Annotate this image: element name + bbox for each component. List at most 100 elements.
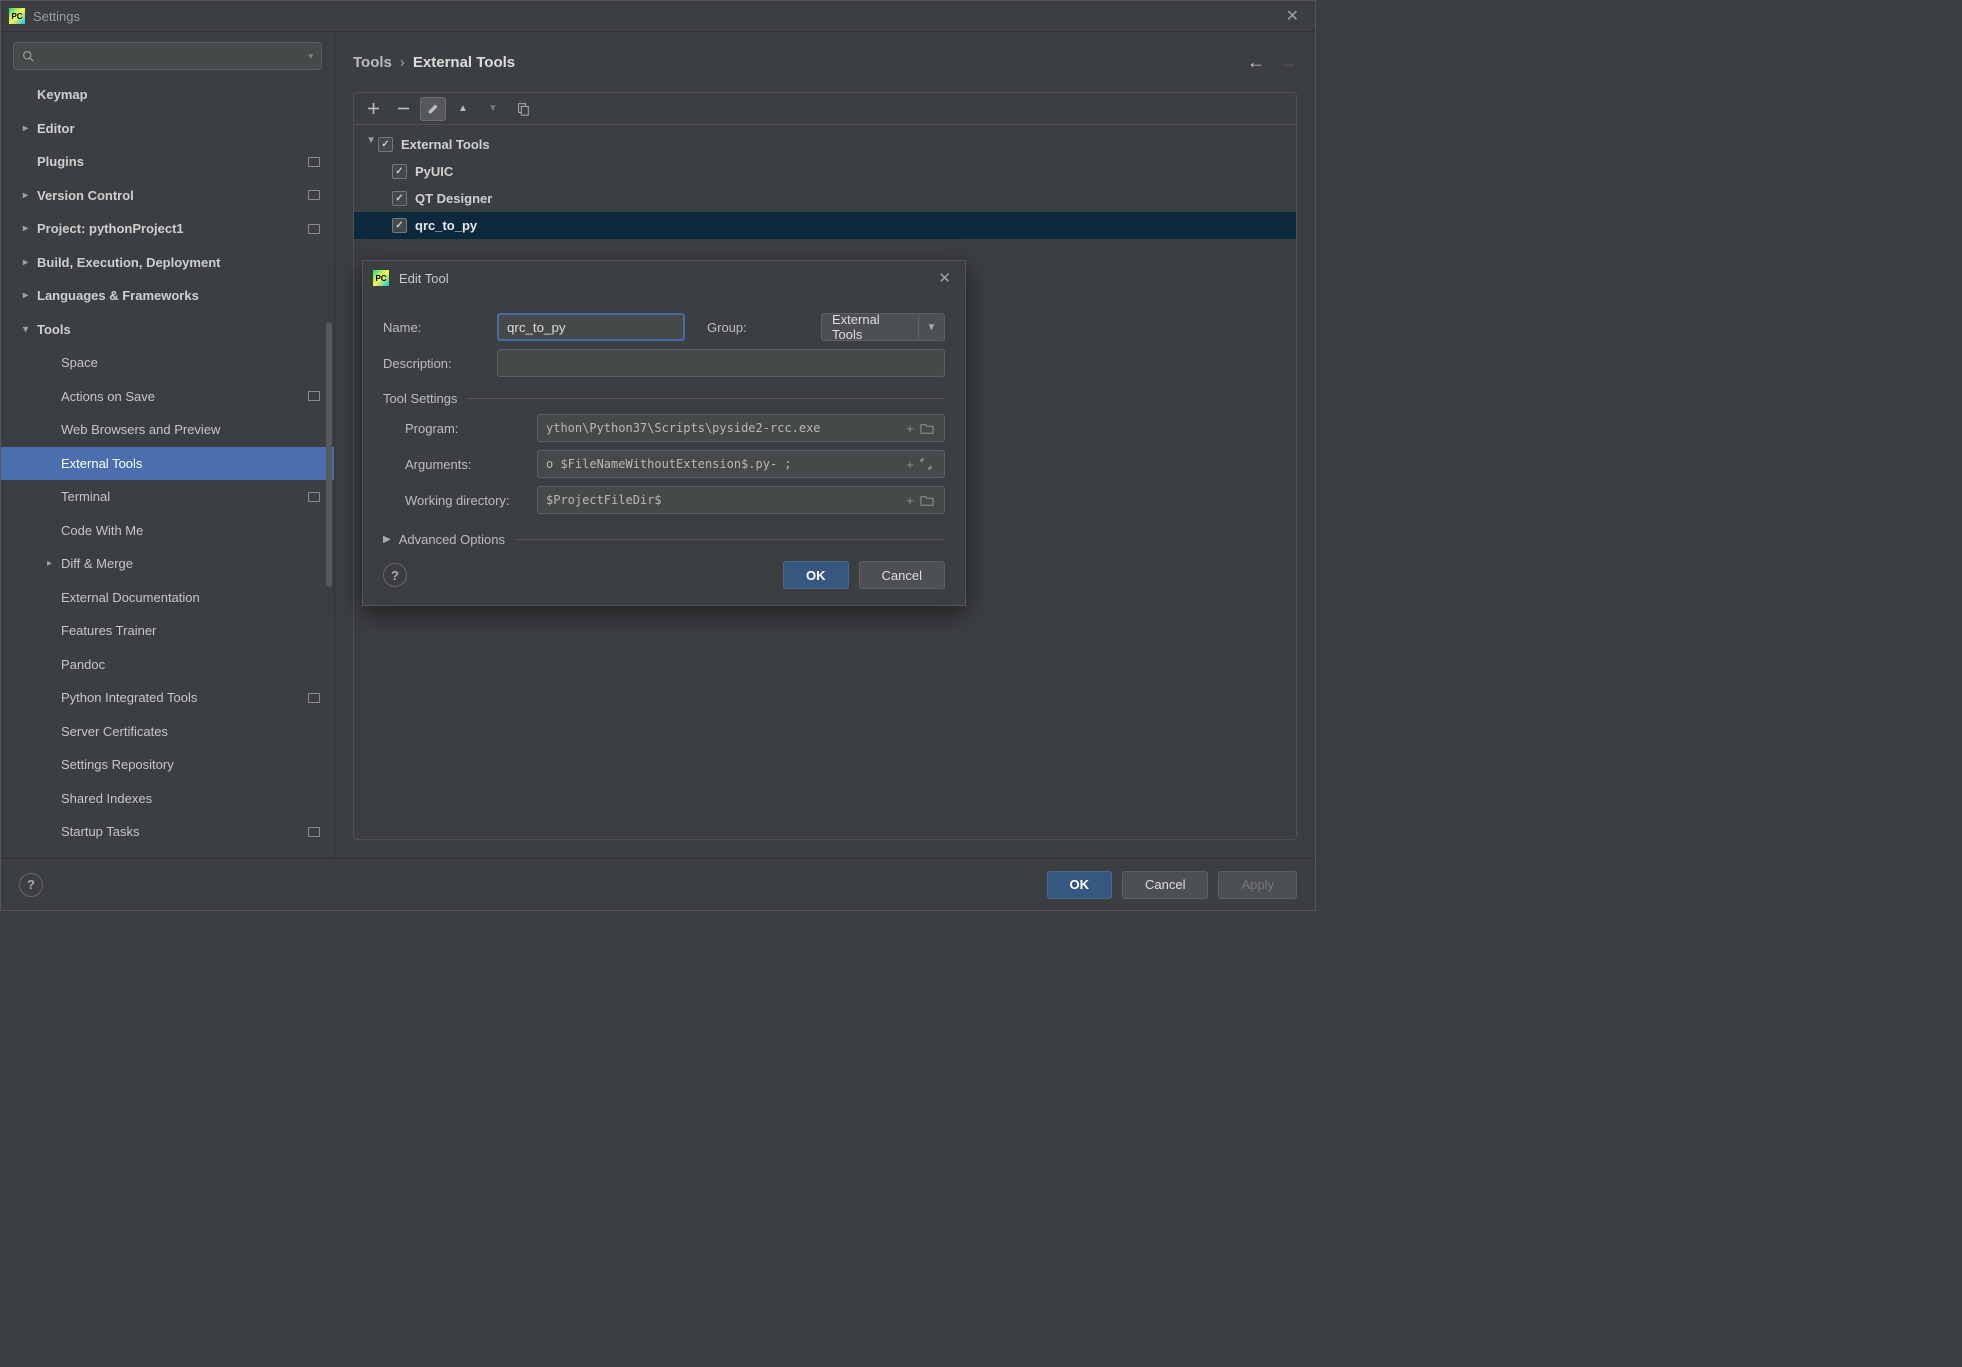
sidebar-item-label: Settings Repository (61, 757, 174, 772)
sidebar-item-languages-frameworks[interactable]: ▸Languages & Frameworks (1, 279, 334, 313)
name-label: Name: (383, 320, 483, 335)
sidebar-item-label: Startup Tasks (61, 824, 140, 839)
sidebar-item-external-documentation[interactable]: External Documentation (1, 581, 334, 615)
dialog-close-icon[interactable]: ✕ (934, 265, 955, 291)
description-input[interactable] (497, 349, 945, 377)
sidebar-item-keymap[interactable]: Keymap (1, 78, 334, 112)
checkbox-icon[interactable]: ✓ (378, 137, 393, 152)
search-icon (22, 50, 35, 63)
sidebar-item-label: Tools (37, 322, 71, 337)
sidebar-item-label: Languages & Frameworks (37, 288, 199, 303)
insert-macro-icon[interactable]: + (900, 421, 920, 436)
chevron-right-icon: ▸ (23, 123, 37, 134)
chevron-down-icon: ▸ (23, 324, 37, 335)
sidebar-item-startup-tasks[interactable]: Startup Tasks (1, 815, 334, 849)
help-button[interactable]: ? (19, 873, 43, 897)
sidebar-item-diff-merge[interactable]: ▸Diff & Merge (1, 547, 334, 581)
sidebar-item-actions-on-save[interactable]: Actions on Save (1, 380, 334, 414)
project-badge-icon (308, 224, 320, 234)
sidebar-item-label: Diff & Merge (61, 556, 133, 571)
scrollbar-thumb[interactable] (326, 322, 332, 587)
search-dropdown-icon[interactable]: ▾ (308, 51, 313, 62)
move-up-button[interactable]: ▲ (450, 97, 476, 121)
sidebar-item-label: Pandoc (61, 657, 105, 672)
dialog-ok-button[interactable]: OK (783, 561, 849, 589)
program-input[interactable]: ython\Python37\Scripts\pyside2-rcc.exe + (537, 414, 945, 442)
sidebar-item-label: External Tools (61, 456, 142, 471)
dialog-help-button[interactable]: ? (383, 563, 407, 587)
sidebar-item-space[interactable]: Space (1, 346, 334, 380)
program-label: Program: (383, 421, 523, 436)
arguments-input[interactable]: ; -o $FileNameWithoutExtension$.py + (537, 450, 945, 478)
sidebar-item-label: External Documentation (61, 590, 200, 605)
settings-search[interactable]: ▾ (13, 42, 322, 70)
apply-button[interactable]: Apply (1218, 871, 1297, 899)
sidebar-item-label: Version Control (37, 188, 134, 203)
sidebar-item-terminal[interactable]: Terminal (1, 480, 334, 514)
sidebar-item-label: Server Certificates (61, 724, 168, 739)
close-icon[interactable]: ✕ (1278, 2, 1307, 30)
sidebar-item-pandoc[interactable]: Pandoc (1, 648, 334, 682)
external-tool-pyuic[interactable]: ✓PyUIC (354, 158, 1296, 185)
ok-button[interactable]: OK (1047, 871, 1113, 899)
browse-folder-icon[interactable] (920, 422, 940, 434)
remove-button[interactable] (390, 97, 416, 121)
chevron-right-icon: ▸ (23, 223, 37, 234)
sidebar-item-editor[interactable]: ▸Editor (1, 112, 334, 146)
advanced-options-toggle[interactable]: ▶ Advanced Options (383, 532, 945, 547)
description-label: Description: (383, 356, 483, 371)
search-input[interactable] (41, 49, 308, 64)
sidebar-item-label: Terminal (61, 489, 110, 504)
insert-macro-icon[interactable]: + (900, 493, 920, 508)
sidebar-item-version-control[interactable]: ▸Version Control (1, 179, 334, 213)
sidebar-item-external-tools[interactable]: External Tools (1, 447, 334, 481)
sidebar-item-web-browsers-and-preview[interactable]: Web Browsers and Preview (1, 413, 334, 447)
sidebar-item-python-integrated-tools[interactable]: Python Integrated Tools (1, 681, 334, 715)
tool-settings-label: Tool Settings (383, 391, 457, 406)
chevron-down-icon: ▸ (366, 138, 377, 152)
sidebar-item-features-trainer[interactable]: Features Trainer (1, 614, 334, 648)
breadcrumb-root[interactable]: Tools (353, 54, 392, 71)
copy-button[interactable] (510, 97, 536, 121)
sidebar-item-plugins[interactable]: Plugins (1, 145, 334, 179)
group-combo[interactable]: External Tools ▼ (821, 313, 945, 341)
insert-macro-icon[interactable]: + (900, 457, 920, 472)
sidebar-item-project-pythonproject1[interactable]: ▸Project: pythonProject1 (1, 212, 334, 246)
checkbox-icon[interactable]: ✓ (392, 164, 407, 179)
sidebar-item-server-certificates[interactable]: Server Certificates (1, 715, 334, 749)
working-directory-label: Working directory: (383, 493, 523, 508)
external-tool-qrc-to-py[interactable]: ✓qrc_to_py (354, 212, 1296, 239)
nav-back-icon[interactable]: ← (1247, 52, 1265, 73)
chevron-right-icon: ▸ (23, 290, 37, 301)
breadcrumb-current: External Tools (413, 54, 515, 71)
dialog-title: Edit Tool (399, 271, 449, 286)
project-badge-icon (308, 391, 320, 401)
chevron-right-icon: ▶ (383, 534, 391, 545)
sidebar-item-shared-indexes[interactable]: Shared Indexes (1, 782, 334, 816)
browse-folder-icon[interactable] (920, 494, 940, 506)
chevron-right-icon: ▸ (23, 257, 37, 268)
sidebar-item-code-with-me[interactable]: Code With Me (1, 514, 334, 548)
sidebar-item-label: Editor (37, 121, 75, 136)
checkbox-icon[interactable]: ✓ (392, 218, 407, 233)
group-label: Group: (707, 320, 807, 335)
group-value: External Tools (822, 314, 918, 340)
sidebar-item-settings-repository[interactable]: Settings Repository (1, 748, 334, 782)
add-button[interactable] (360, 97, 386, 121)
sidebar-item-label: Space (61, 355, 98, 370)
expand-icon[interactable] (920, 458, 940, 470)
move-down-button[interactable]: ▼ (480, 97, 506, 121)
chevron-down-icon[interactable]: ▼ (918, 314, 944, 340)
sidebar-item-build-execution-deployment[interactable]: ▸Build, Execution, Deployment (1, 246, 334, 280)
edit-tool-dialog: PC Edit Tool ✕ Name: Group: External Too… (362, 260, 966, 606)
sidebar-item-label: Keymap (37, 87, 88, 102)
checkbox-icon[interactable]: ✓ (392, 191, 407, 206)
external-tool-qt-designer[interactable]: ✓QT Designer (354, 185, 1296, 212)
sidebar-item-tools[interactable]: ▸Tools (1, 313, 334, 347)
working-directory-input[interactable]: $ProjectFileDir$ + (537, 486, 945, 514)
name-input[interactable] (497, 313, 685, 341)
external-tools-root[interactable]: ▸✓External Tools (354, 131, 1296, 158)
cancel-button[interactable]: Cancel (1122, 871, 1208, 899)
edit-button[interactable] (420, 97, 446, 121)
dialog-cancel-button[interactable]: Cancel (859, 561, 945, 589)
